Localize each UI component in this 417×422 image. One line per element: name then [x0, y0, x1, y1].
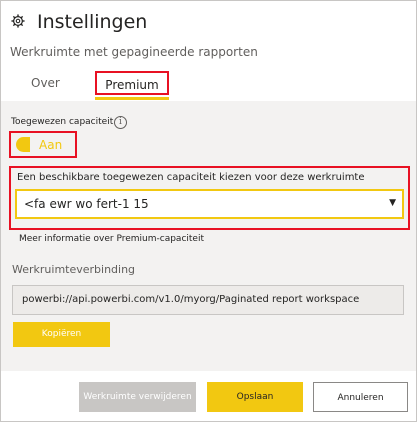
- page-subtitle: Werkruimte met gepagineerde rapporten: [10, 45, 258, 59]
- page-title: Instellingen: [37, 11, 148, 33]
- dropdown-selected-value: <fa ewr wo fert-1 15: [24, 197, 149, 211]
- toggle-label: Aan: [39, 138, 63, 152]
- delete-workspace-button[interactable]: Werkruimte verwijderen: [79, 382, 196, 412]
- capacity-select-group: Een beschikbare toegewezen capaciteit ki…: [9, 166, 410, 230]
- gear-icon: [11, 14, 25, 28]
- capacity-select-label: Een beschikbare toegewezen capaciteit ki…: [17, 172, 365, 183]
- tab-active-indicator: [95, 97, 169, 100]
- connection-value: powerbi://api.powerbi.com/v1.0/myorg/Pag…: [22, 294, 360, 305]
- premium-info-link[interactable]: Meer informatie over Premium-capaciteit: [19, 234, 204, 244]
- toggle-knob: [16, 137, 30, 152]
- info-icon[interactable]: i: [114, 116, 127, 129]
- capacity-dropdown[interactable]: <fa ewr wo fert-1 15 ▼: [15, 189, 404, 219]
- connection-label: Werkruimteverbinding: [12, 263, 136, 276]
- settings-panel: Instellingen Werkruimte met gepagineerde…: [0, 0, 417, 422]
- capacity-toggle[interactable]: Aan: [9, 131, 77, 158]
- tab-premium[interactable]: Premium: [95, 71, 169, 95]
- connection-field[interactable]: powerbi://api.powerbi.com/v1.0/myorg/Pag…: [12, 285, 404, 315]
- capacity-label: Toegewezen capaciteit: [11, 117, 114, 127]
- cancel-button[interactable]: Annuleren: [313, 382, 408, 412]
- tab-over[interactable]: Over: [31, 71, 60, 95]
- copy-button[interactable]: Kopiëren: [13, 322, 110, 347]
- save-button[interactable]: Opslaan: [207, 382, 303, 412]
- chevron-down-icon: ▼: [389, 198, 396, 208]
- panel-header: Instellingen Werkruimte met gepagineerde…: [1, 1, 416, 101]
